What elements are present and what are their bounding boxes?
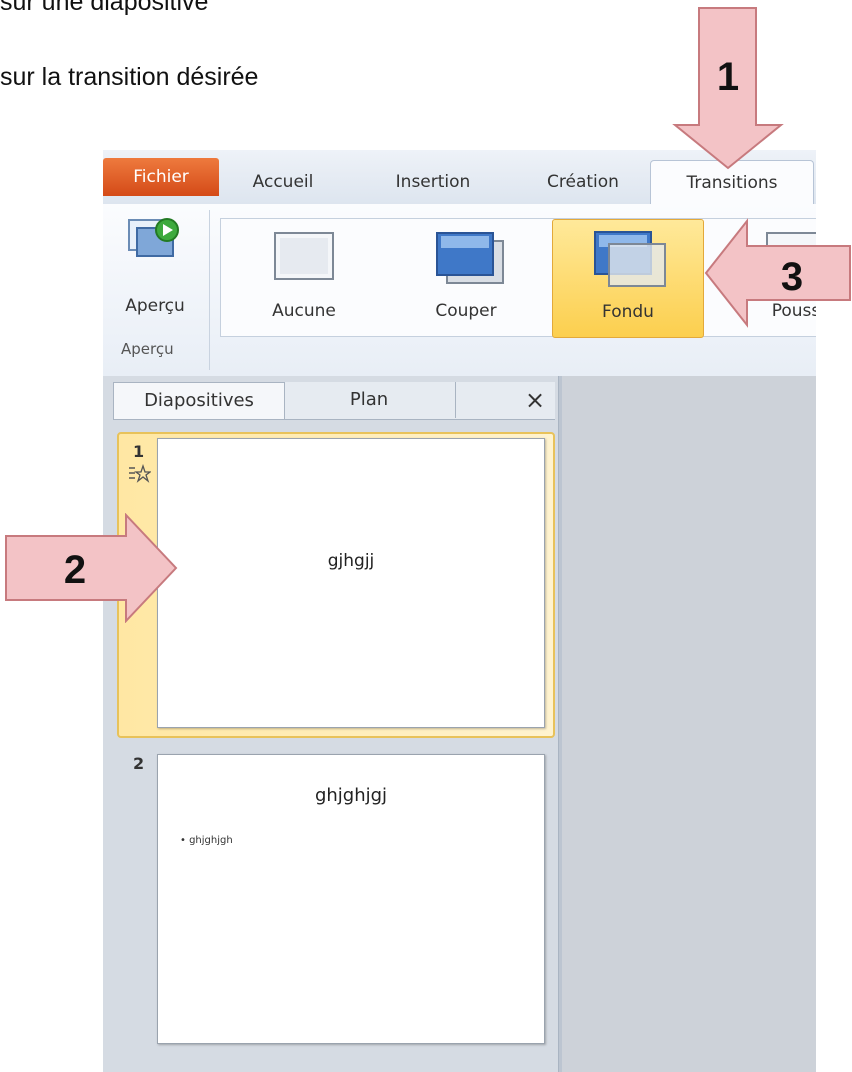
tab-accueil[interactable]: Accueil <box>228 160 338 204</box>
callout-arrow-2: 2 <box>5 513 178 623</box>
slide-transition-star-icon <box>129 464 151 483</box>
transition-fondu[interactable]: Fondu <box>552 219 704 338</box>
instruction-line-1: sur une diapositive <box>0 0 209 16</box>
group-divider <box>209 210 210 370</box>
transition-couper-icon <box>436 232 504 284</box>
callout-arrow-1: 1 <box>672 7 784 170</box>
slide-1-title: gjhgjj <box>327 551 375 571</box>
callout-arrow-3: 3 <box>704 218 851 328</box>
slide-2-thumbnail[interactable]: ghjghjgj • ghjghjgh <box>157 754 545 1044</box>
slide-1-thumbnail[interactable]: gjhgjj <box>157 438 545 728</box>
transition-fondu-icon <box>594 231 666 287</box>
transition-aucune-icon <box>274 232 334 280</box>
transition-fondu-label: Fondu <box>602 302 654 322</box>
close-icon[interactable]: × <box>517 382 553 418</box>
transition-couper-label: Couper <box>435 301 497 321</box>
slide-1-number: 1 <box>133 442 145 461</box>
slide-2-bullet-text: ghjghjgh <box>189 835 233 846</box>
transition-couper[interactable]: Couper <box>391 219 541 336</box>
tab-insertion[interactable]: Insertion <box>373 160 493 204</box>
transition-aucune[interactable]: Aucune <box>229 219 379 336</box>
editing-area <box>559 376 816 1072</box>
slide-2-number: 2 <box>133 754 145 773</box>
tab-diapositives[interactable]: Diapositives <box>113 382 285 419</box>
tab-plan[interactable]: Plan <box>283 382 456 418</box>
instruction-line-2: sur la transition désirée <box>0 63 259 91</box>
callout-number-2: 2 <box>64 548 86 592</box>
callout-number-1: 1 <box>717 55 739 99</box>
slide-2-bullet: • ghjghjgh <box>180 835 233 846</box>
preview-icon <box>128 218 179 257</box>
preview-button-label: Aperçu <box>125 296 185 316</box>
tab-creation[interactable]: Création <box>523 160 643 204</box>
slides-panel: Diapositives Plan × 1 gjhgjj 2 ghjghjgj … <box>103 376 559 1072</box>
transition-aucune-label: Aucune <box>272 301 336 321</box>
tab-fichier[interactable]: Fichier <box>103 158 219 196</box>
callout-number-3: 3 <box>781 255 803 299</box>
preview-button[interactable]: Aperçu <box>107 212 203 332</box>
slide-2-title: ghjghjgj <box>314 785 388 806</box>
preview-group-label: Aperçu <box>121 340 174 358</box>
